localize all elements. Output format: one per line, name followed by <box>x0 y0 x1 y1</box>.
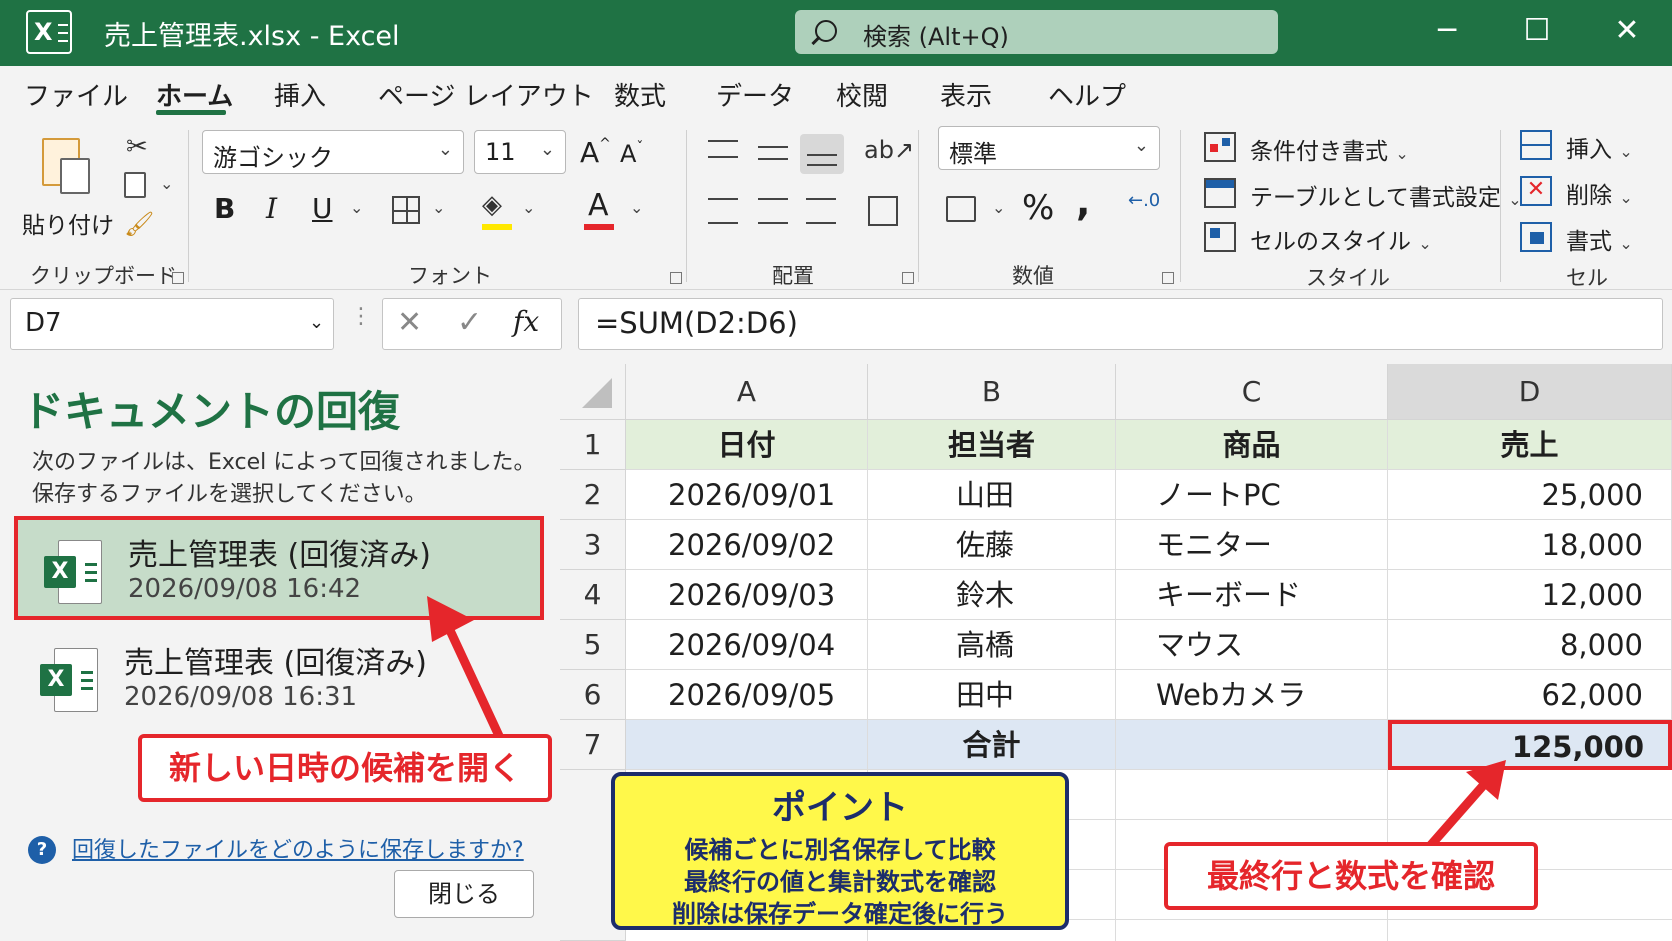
arrow-open-newest <box>443 624 505 740</box>
point-line: 最終行の値と集計数式を確認 <box>684 868 996 896</box>
arrow-check-last-row <box>1426 777 1492 849</box>
callout-open-newest: 新しい日時の候補を開く <box>138 734 552 802</box>
point-line: 候補ごとに別名保存して比較 <box>684 836 996 864</box>
point-line: 削除は保存データ確定後に行う <box>672 900 1008 928</box>
point-callout: ポイント 候補ごとに別名保存して比較 最終行の値と集計数式を確認 削除は保存デー… <box>611 772 1069 930</box>
callout-check-last-row: 最終行と数式を確認 <box>1164 842 1538 910</box>
point-title: ポイント <box>772 788 908 828</box>
